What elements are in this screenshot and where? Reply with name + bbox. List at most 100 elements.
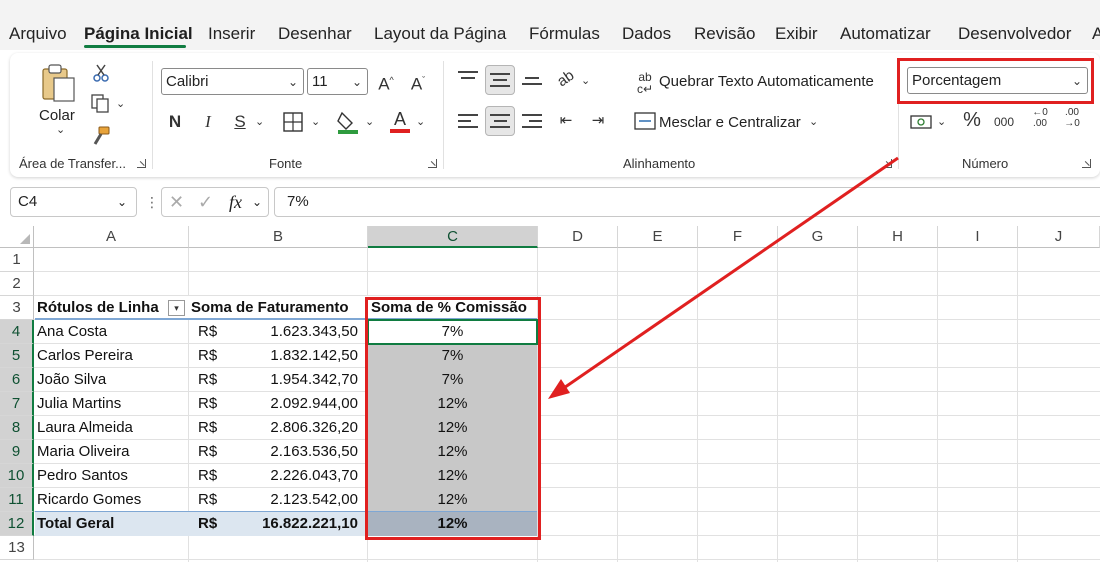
filter-dropdown-icon[interactable]: ▾	[168, 300, 185, 316]
bold-button[interactable]: N	[166, 111, 184, 133]
pivot-header-revenue[interactable]: Soma de Faturamento	[191, 296, 366, 320]
tab-automatizar[interactable]: Automatizar	[840, 23, 931, 45]
select-all-corner[interactable]	[0, 226, 34, 248]
decrease-font-size-icon[interactable]: Aˇ	[408, 69, 428, 96]
pivot-row-revenue[interactable]: 2.092.944,00	[220, 392, 358, 416]
column-header-j[interactable]: J	[1018, 226, 1100, 248]
column-header-d[interactable]: D	[538, 226, 618, 248]
font-launcher-icon[interactable]	[428, 159, 437, 168]
enter-icon[interactable]: ✓	[198, 188, 213, 216]
copy-icon[interactable]	[90, 93, 112, 113]
borders-icon[interactable]	[282, 111, 304, 133]
alignment-launcher-icon[interactable]	[883, 159, 892, 168]
row-header-9[interactable]: 9	[0, 440, 34, 464]
percent-style-button[interactable]: %	[960, 109, 984, 131]
tab-formulas[interactable]: Fórmulas	[529, 23, 600, 45]
fill-color-icon[interactable]	[336, 109, 360, 135]
pivot-total-label[interactable]: Total Geral	[37, 512, 187, 536]
orientation-chevron-icon[interactable]: ⌄	[581, 70, 590, 92]
decrease-indent-icon[interactable]: ⇤	[555, 110, 577, 132]
formula-input[interactable]: 7%	[274, 187, 1100, 217]
column-header-b[interactable]: B	[189, 226, 368, 248]
pivot-row-revenue[interactable]: 1.832.142,50	[220, 344, 358, 368]
copy-dropdown-chevron-icon[interactable]: ⌄	[116, 93, 125, 115]
pivot-row-label[interactable]: João Silva	[37, 368, 187, 392]
cut-icon[interactable]	[92, 63, 110, 83]
align-right-icon[interactable]	[522, 114, 542, 132]
insert-function-icon[interactable]: fx	[229, 188, 242, 216]
orientation-icon[interactable]: ab	[551, 64, 582, 95]
row-header-13[interactable]: 13	[0, 536, 34, 560]
column-header-h[interactable]: H	[858, 226, 938, 248]
row-header-11[interactable]: 11	[0, 488, 34, 512]
font-size-select[interactable]: 11 ⌄	[307, 68, 368, 95]
column-header-c[interactable]: C	[368, 226, 538, 248]
column-header-a[interactable]: A	[34, 226, 189, 248]
pivot-row-revenue[interactable]: 1.623.343,50	[220, 320, 358, 344]
tab-layout-da-pagina[interactable]: Layout da Página	[374, 23, 506, 45]
name-box[interactable]: C4 ⌄	[10, 187, 137, 217]
accounting-chevron-icon[interactable]: ⌄	[937, 111, 946, 133]
row-header-7[interactable]: 7	[0, 392, 34, 416]
row-header-6[interactable]: 6	[0, 368, 34, 392]
underline-chevron-icon[interactable]: ⌄	[255, 111, 264, 133]
decrease-decimal-icon[interactable]: .00 →0	[1059, 107, 1085, 129]
pivot-row-revenue[interactable]: 2.226.043,70	[220, 464, 358, 488]
tab-pagina-inicial[interactable]: Página Inicial	[84, 23, 193, 45]
font-color-icon[interactable]: A	[390, 108, 410, 130]
merge-center-button[interactable]: Mesclar e Centralizar	[659, 114, 801, 131]
paste-icon[interactable]	[40, 63, 78, 103]
column-header-i[interactable]: I	[938, 226, 1018, 248]
paste-dropdown-chevron-icon[interactable]: ⌄	[56, 119, 65, 141]
pivot-header-row-labels[interactable]: Rótulos de Linha	[37, 296, 187, 320]
align-top-icon[interactable]	[458, 71, 478, 83]
tab-inserir[interactable]: Inserir	[208, 23, 255, 45]
number-launcher-icon[interactable]	[1082, 159, 1091, 168]
comma-style-button[interactable]: 000	[992, 111, 1016, 133]
accounting-format-icon[interactable]	[910, 113, 934, 131]
row-header-12[interactable]: 12	[0, 512, 34, 536]
pivot-row-label[interactable]: Julia Martins	[37, 392, 187, 416]
wrap-text-button[interactable]: Quebrar Texto Automaticamente	[659, 73, 874, 90]
font-name-select[interactable]: Calibri ⌄	[161, 68, 304, 95]
function-chevron-icon[interactable]: ⌄	[252, 188, 262, 216]
merge-center-chevron-icon[interactable]: ⌄	[809, 111, 818, 133]
increase-decimal-icon[interactable]: ←0.00	[1027, 107, 1053, 129]
pivot-row-label[interactable]: Pedro Santos	[37, 464, 187, 488]
tab-exibir[interactable]: Exibir	[775, 23, 818, 45]
row-header-1[interactable]: 1	[0, 248, 34, 272]
column-header-f[interactable]: F	[698, 226, 778, 248]
pivot-row-revenue[interactable]: 2.123.542,00	[220, 488, 358, 512]
font-color-chevron-icon[interactable]: ⌄	[416, 111, 425, 133]
align-bottom-icon[interactable]	[522, 77, 542, 89]
row-header-3[interactable]: 3	[0, 296, 34, 320]
worksheet-grid[interactable]: A B C D E F G H I J 1 2 3 4 5 6 7 8 9 10…	[0, 226, 1100, 562]
borders-chevron-icon[interactable]: ⌄	[311, 111, 320, 133]
row-header-4[interactable]: 4	[0, 320, 34, 344]
tab-arquivo[interactable]: Arquivo	[9, 23, 67, 45]
tab-revisao[interactable]: Revisão	[694, 23, 755, 45]
tab-desenhar[interactable]: Desenhar	[278, 23, 352, 45]
row-header-10[interactable]: 10	[0, 464, 34, 488]
tab-overflow[interactable]: A	[1092, 23, 1100, 45]
pivot-row-label[interactable]: Carlos Pereira	[37, 344, 187, 368]
tab-dados[interactable]: Dados	[622, 23, 671, 45]
cancel-icon[interactable]: ✕	[169, 188, 184, 216]
pivot-total-revenue[interactable]: 16.822.221,10	[220, 512, 358, 536]
pivot-row-label[interactable]: Ana Costa	[37, 320, 187, 344]
row-header-2[interactable]: 2	[0, 272, 34, 296]
merge-center-icon[interactable]	[634, 111, 656, 131]
column-header-e[interactable]: E	[618, 226, 698, 248]
pivot-row-revenue[interactable]: 1.954.342,70	[220, 368, 358, 392]
pivot-row-label[interactable]: Laura Almeida	[37, 416, 187, 440]
pivot-row-label[interactable]: Maria Oliveira	[37, 440, 187, 464]
column-header-g[interactable]: G	[778, 226, 858, 248]
formula-bar-grip-icon[interactable]: ⋮	[145, 188, 159, 216]
clipboard-launcher-icon[interactable]	[137, 159, 146, 168]
row-header-8[interactable]: 8	[0, 416, 34, 440]
fill-color-chevron-icon[interactable]: ⌄	[365, 111, 374, 133]
tab-desenvolvedor[interactable]: Desenvolvedor	[958, 23, 1071, 45]
pivot-row-revenue[interactable]: 2.163.536,50	[220, 440, 358, 464]
italic-button[interactable]: I	[199, 111, 217, 133]
format-painter-icon[interactable]	[90, 125, 112, 147]
